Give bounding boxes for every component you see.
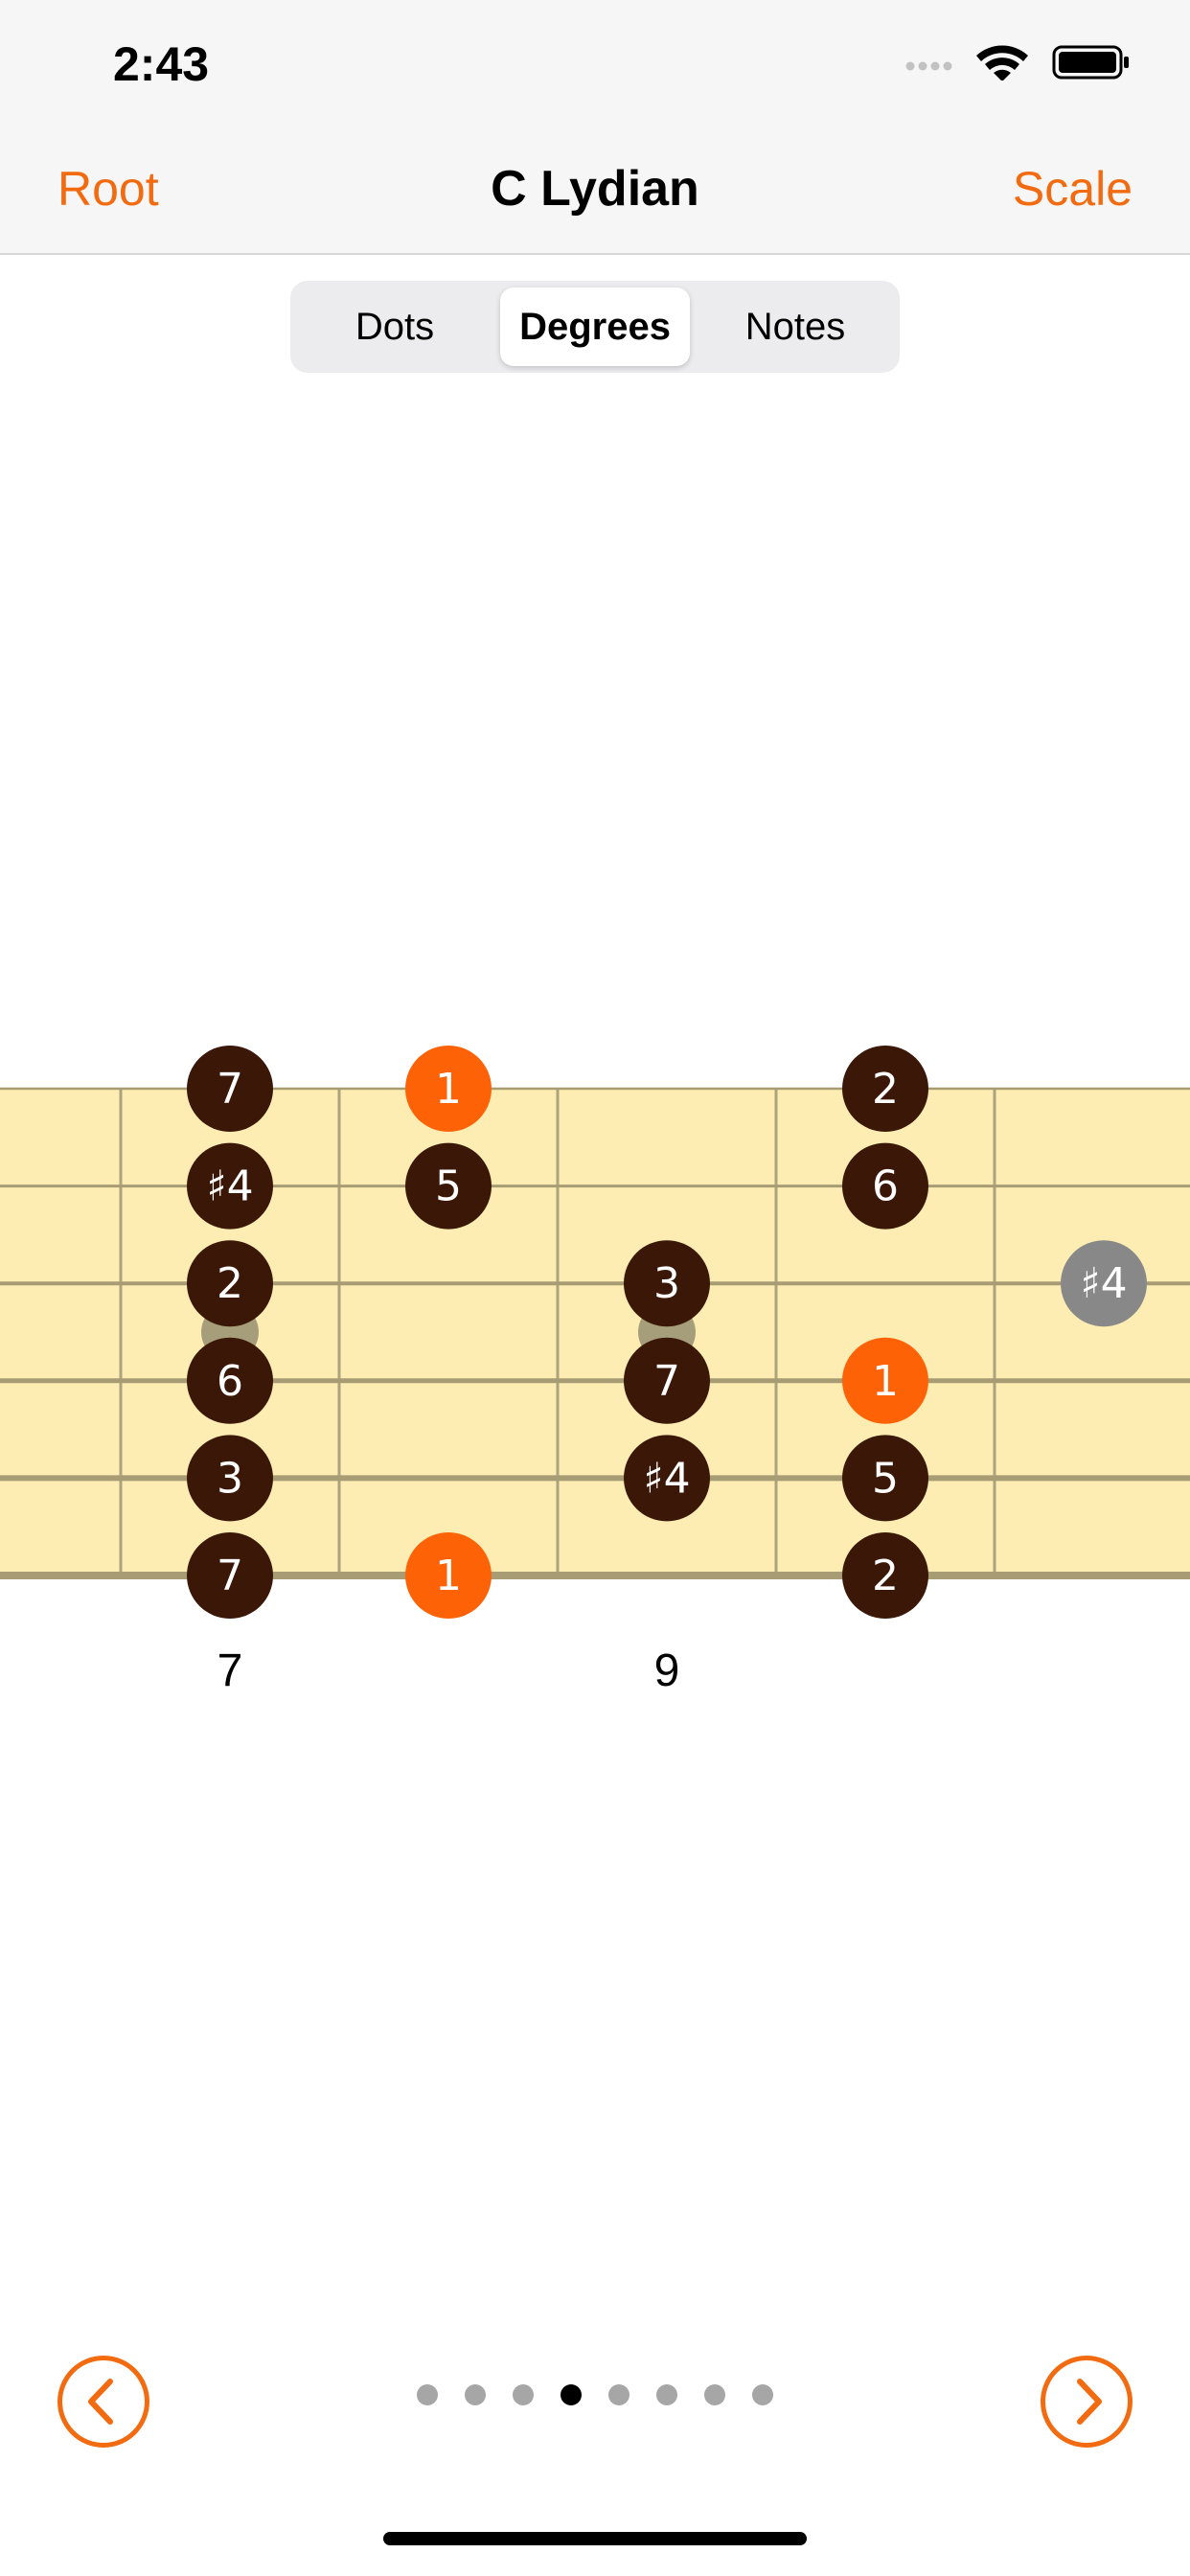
note-label: 6 [872,1162,899,1211]
fret-number-label: 7 [217,1645,243,1696]
scale-degree-marker[interactable]: 2 [842,1046,928,1132]
scale-degree-marker[interactable]: 3 [624,1240,710,1327]
cellular-signal-icon [905,61,952,71]
status-bar: 2:43 [0,0,1190,125]
note-label: 2 [217,1259,243,1308]
home-indicator [383,2532,807,2545]
segment-degrees[interactable]: Degrees [500,288,690,366]
scale-degree-marker[interactable]: 5 [842,1435,928,1522]
scale-degree-marker[interactable]: ♯4 [624,1435,710,1522]
page-dot[interactable] [561,2384,582,2405]
segment-dots[interactable]: Dots [300,288,490,366]
note-label: 5 [872,1454,899,1503]
root-note-marker[interactable]: 1 [405,1532,492,1619]
fretboard[interactable]: 7 1 2 ♯4 5 6 2 3 ♯4 6 7 1 3 ♯4 5 7 1 2 [0,1035,1190,1706]
page-indicator[interactable] [0,2384,1190,2410]
next-position-button[interactable] [1041,2356,1133,2448]
display-mode-segmented-control: Dots Degrees Notes [290,281,900,373]
bottom-pager-bar [0,2329,1190,2472]
page-dot[interactable] [704,2384,725,2405]
status-icons [905,45,1129,80]
page-dot[interactable] [465,2384,486,2405]
scale-degree-marker[interactable]: 6 [187,1337,273,1424]
navigation-bar: Root C Lydian Scale [0,125,1190,255]
fretboard-wood [0,1089,1190,1576]
page-dot[interactable] [752,2384,773,2405]
page-dot[interactable] [608,2384,629,2405]
scale-degree-marker[interactable]: ♯4 [1061,1240,1147,1327]
wifi-icon [976,45,1028,80]
scale-degree-marker[interactable]: 2 [187,1240,273,1327]
page-dot[interactable] [656,2384,677,2405]
note-label: 7 [653,1357,680,1406]
chevron-right-icon [1077,2379,1102,2425]
root-note-marker[interactable]: 1 [405,1046,492,1132]
fretboard-area: 7 1 2 ♯4 5 6 2 3 ♯4 6 7 1 3 ♯4 5 7 1 2 7 9 [0,1035,1190,1711]
root-note-marker[interactable]: 1 [842,1337,928,1424]
scale-button[interactable]: Scale [1013,161,1133,217]
note-label: 3 [653,1259,680,1308]
note-label: ♯4 [206,1162,253,1211]
scale-degree-marker[interactable]: 6 [842,1142,928,1230]
scale-degree-marker[interactable]: 7 [624,1337,710,1424]
note-label: 7 [217,1065,243,1114]
note-label: 5 [435,1162,462,1211]
scale-degree-marker[interactable]: 3 [187,1435,273,1522]
scale-degree-marker[interactable]: 5 [405,1142,492,1230]
scale-degree-marker[interactable]: ♯4 [187,1142,273,1230]
page-dot[interactable] [417,2384,438,2405]
status-time: 2:43 [113,37,210,91]
segment-notes[interactable]: Notes [700,288,890,366]
page-title: C Lydian [491,161,699,217]
fret-number-label: 9 [653,1645,680,1696]
note-label: 6 [217,1357,243,1406]
note-label: 1 [872,1357,899,1406]
note-label: 1 [435,1552,462,1600]
note-label: 1 [435,1065,462,1114]
scale-degree-marker[interactable]: 7 [187,1532,273,1619]
battery-icon [1052,45,1129,80]
note-label: 2 [872,1552,899,1600]
note-label: ♯4 [1080,1259,1127,1308]
note-label: 2 [872,1065,899,1114]
note-label: 3 [217,1454,243,1503]
scale-degree-marker[interactable]: 7 [187,1046,273,1132]
note-label: 7 [217,1552,243,1600]
page-dot[interactable] [513,2384,534,2405]
scale-degree-marker[interactable]: 2 [842,1532,928,1619]
note-label: ♯4 [643,1454,690,1503]
